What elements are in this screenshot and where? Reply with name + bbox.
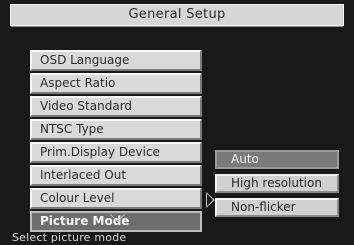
option-auto[interactable]: Auto	[215, 150, 339, 169]
menu-item-prim-display-device[interactable]: Prim.Display Device	[30, 142, 202, 163]
menu-item-ntsc-type[interactable]: NTSC Type	[30, 119, 202, 140]
page-title: General Setup	[10, 4, 344, 27]
menu-item-osd-language[interactable]: OSD Language	[30, 50, 202, 71]
menu-item-interlaced-out[interactable]: Interlaced Out	[30, 165, 202, 186]
menu-item-video-standard[interactable]: Video Standard	[30, 96, 202, 117]
option-non-flicker[interactable]: Non-flicker	[215, 198, 339, 217]
picture-mode-submenu: Auto High resolution Non-flicker	[215, 150, 339, 222]
triangle-right-icon	[206, 192, 215, 208]
status-hint: Select picture mode	[12, 231, 127, 244]
menu-item-colour-level[interactable]: Colour Level	[30, 188, 202, 209]
menu-item-aspect-ratio[interactable]: Aspect Ratio	[30, 73, 202, 94]
osd-screen: General Setup OSD Language Aspect Ratio …	[0, 0, 354, 245]
option-high-resolution[interactable]: High resolution	[215, 174, 339, 193]
